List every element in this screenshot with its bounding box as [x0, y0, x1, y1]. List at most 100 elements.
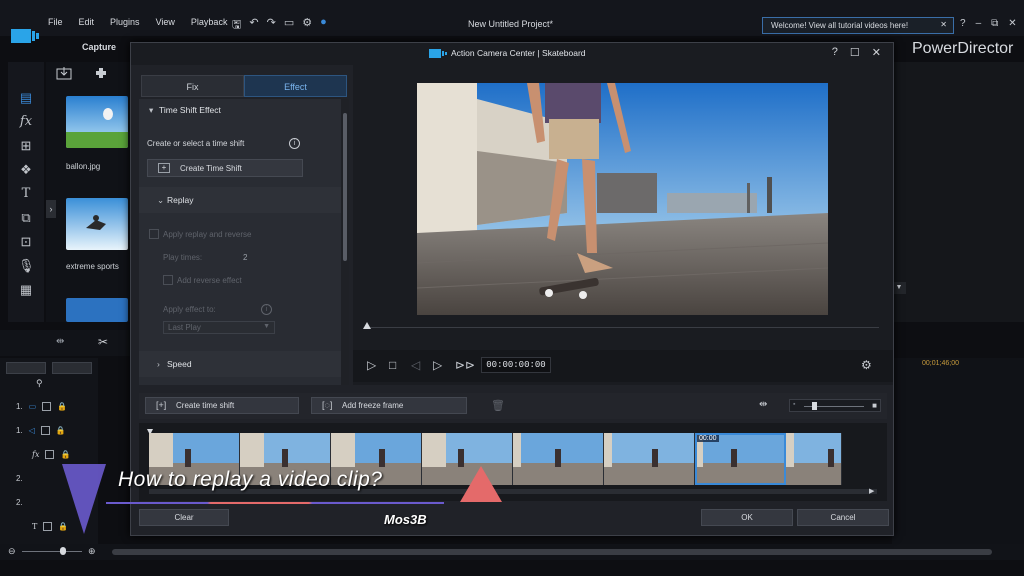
library-thumbnail-partial[interactable]: [66, 298, 128, 322]
filmstrip-frame[interactable]: [604, 433, 695, 485]
save-icon[interactable]: 🖫: [232, 16, 241, 35]
library-thumbnail-balloon[interactable]: [66, 96, 128, 148]
clear-button[interactable]: Clear: [139, 509, 229, 526]
pip-room-icon[interactable]: ⊞: [18, 138, 34, 154]
timeline-tracks-right: [892, 358, 1024, 546]
track-enable-checkbox[interactable]: [43, 521, 53, 531]
lock-icon[interactable]: 🔒: [57, 402, 67, 411]
aspect-ratio-icon[interactable]: ▭: [284, 16, 294, 35]
add-freeze-frame-button[interactable]: [◌] Add freeze frame: [311, 397, 467, 414]
speed-section-header[interactable]: › Speed: [139, 351, 349, 377]
info-icon[interactable]: i: [261, 304, 272, 315]
plugin-icon[interactable]: [94, 66, 108, 80]
stop-icon[interactable]: □: [389, 358, 396, 372]
tab-effect[interactable]: Effect: [244, 75, 347, 97]
action-camera-center-dialog: Action Camera Center | Skateboard ? ☐ ✕ …: [130, 42, 894, 536]
welcome-banner-text[interactable]: Welcome! View all tutorial videos here!: [771, 21, 908, 30]
maximize-icon[interactable]: ☐: [850, 46, 860, 59]
audio-mixing-icon[interactable]: ⊡: [18, 234, 34, 250]
previous-frame-icon[interactable]: ◁: [411, 358, 420, 372]
apply-effect-dropdown[interactable]: Last Play ▼: [163, 321, 275, 334]
fast-forward-icon[interactable]: ⊳⊳: [455, 358, 475, 372]
scissors-icon[interactable]: ✂: [98, 335, 108, 349]
filmstrip-frame[interactable]: 00:00: [695, 433, 786, 485]
play-times-value[interactable]: 2: [243, 253, 247, 262]
tab-fix[interactable]: Fix: [141, 75, 244, 97]
playback-controls: ▷ □ ◁ ▷ ⊳⊳ 00:00:00:00 ⚙: [353, 350, 893, 382]
marker-pin-icon[interactable]: ⚲: [36, 378, 43, 389]
menu-playback[interactable]: Playback: [191, 17, 228, 27]
restore-icon[interactable]: ⧉: [991, 18, 998, 29]
zoom-slider[interactable]: [22, 551, 82, 552]
timeline-scrollbar[interactable]: [112, 549, 992, 555]
playhead-icon[interactable]: [363, 322, 371, 329]
help-icon[interactable]: ?: [960, 18, 966, 29]
particle-room-icon[interactable]: ❖: [18, 162, 34, 178]
create-time-shift-button[interactable]: + Create Time Shift: [147, 159, 303, 177]
zoom-in-icon[interactable]: ■: [872, 401, 877, 410]
replay-section-header[interactable]: ⌄ Replay: [139, 187, 349, 213]
zoom-knob[interactable]: [812, 402, 817, 410]
lock-icon[interactable]: 🔒: [60, 450, 70, 459]
timeline-toggle-icon[interactable]: [52, 362, 92, 374]
delete-icon[interactable]: 🗑: [491, 399, 505, 412]
transition-room-icon[interactable]: ⧉: [18, 210, 34, 226]
library-thumbnail-extreme-sports[interactable]: [66, 198, 128, 250]
play-icon[interactable]: ▷: [367, 358, 376, 372]
library-expand-arrow[interactable]: ›: [46, 200, 56, 218]
media-room-icon[interactable]: ▤: [18, 90, 34, 106]
redo-icon[interactable]: ↷: [267, 16, 276, 35]
minimize-icon[interactable]: –: [976, 18, 982, 29]
track-enable-checkbox[interactable]: [42, 401, 52, 411]
cancel-button[interactable]: Cancel: [797, 509, 889, 526]
info-icon[interactable]: i: [289, 138, 300, 149]
menu-file[interactable]: File: [48, 17, 63, 27]
voice-over-icon[interactable]: 🎙: [18, 258, 35, 274]
track-enable-checkbox[interactable]: [40, 425, 50, 435]
storyboard-toggle-icon[interactable]: [6, 362, 46, 374]
menu-plugins[interactable]: Plugins: [110, 17, 140, 27]
zoom-in-icon[interactable]: ⊕: [88, 546, 96, 557]
frame-thumbnail: [786, 433, 841, 485]
fit-timeline-icon[interactable]: ⇹: [759, 399, 767, 410]
settings-gear-icon[interactable]: ⚙: [302, 16, 312, 35]
scroll-right-icon[interactable]: ▶: [869, 487, 874, 495]
lock-icon[interactable]: 🔒: [56, 426, 66, 435]
chapter-room-icon[interactable]: ▦: [18, 282, 34, 298]
track-enable-checkbox[interactable]: [45, 449, 55, 459]
expand-chevron-icon: ›: [157, 359, 160, 369]
welcome-banner[interactable]: Welcome! View all tutorial videos here! …: [762, 17, 954, 34]
menu-view[interactable]: View: [156, 17, 175, 27]
zoom-slider-knob[interactable]: [60, 547, 66, 555]
menu-edit[interactable]: Edit: [79, 17, 95, 27]
next-frame-icon[interactable]: ▷: [433, 358, 442, 372]
undo-icon[interactable]: ↶: [249, 16, 258, 35]
title-room-icon[interactable]: T: [18, 186, 34, 202]
video-preview-area: ▷ □ ◁ ▷ ⊳⊳ 00:00:00:00 ⚙: [353, 65, 893, 385]
import-media-icon[interactable]: [56, 66, 72, 80]
filmstrip-frame[interactable]: [786, 433, 842, 485]
filmstrip-frame[interactable]: [513, 433, 604, 485]
close-icon[interactable]: ✕: [940, 20, 947, 29]
zoom-out-icon[interactable]: ▪: [793, 401, 795, 408]
preview-dropdown-arrow[interactable]: ▼: [892, 282, 906, 294]
split-icon[interactable]: ⇹: [56, 336, 64, 347]
help-icon[interactable]: ?: [832, 46, 838, 59]
close-icon[interactable]: ✕: [872, 46, 881, 59]
settings-scrollbar[interactable]: [341, 99, 349, 385]
upgrade-icon[interactable]: ●: [320, 16, 327, 35]
filmstrip-zoom-slider[interactable]: ▪ ■: [789, 399, 881, 412]
add-reverse-checkbox[interactable]: [163, 275, 173, 285]
time-shift-effect-header[interactable]: ▾ Time Shift Effect: [149, 105, 221, 116]
apply-replay-checkbox[interactable]: [149, 229, 159, 239]
timecode-display[interactable]: 00:00:00:00: [481, 357, 551, 373]
ok-button[interactable]: OK: [701, 509, 793, 526]
preview-scrubber-track[interactable]: [367, 327, 879, 328]
close-window-icon[interactable]: ✕: [1008, 18, 1016, 29]
settings-gear-icon[interactable]: ⚙: [861, 358, 872, 372]
zoom-out-icon[interactable]: ⊖: [8, 546, 16, 557]
create-time-shift-tool-button[interactable]: [+] Create time shift: [145, 397, 299, 414]
capture-tab[interactable]: Capture: [82, 42, 116, 52]
scrollbar-thumb[interactable]: [343, 113, 347, 261]
fx-room-icon[interactable]: fx: [18, 114, 34, 130]
